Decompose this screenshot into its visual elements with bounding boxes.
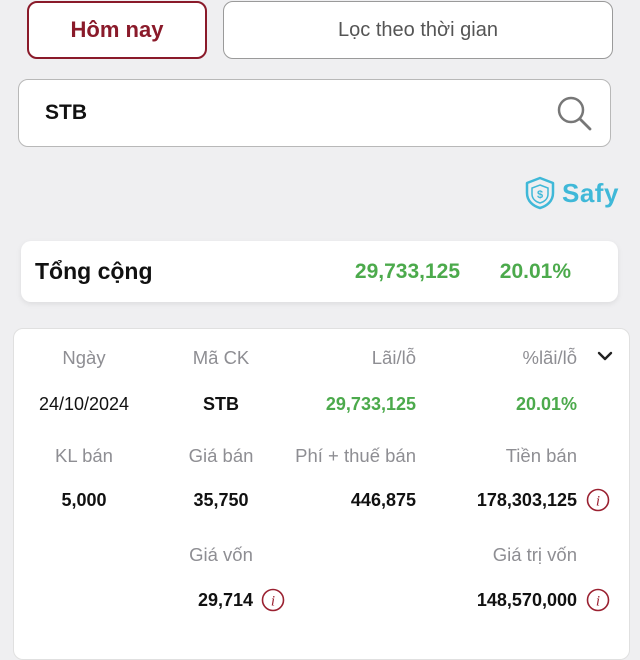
header-sell-price: Giá bán [188, 445, 254, 466]
header-sell-volume: KL bán [55, 445, 113, 466]
total-profit-pct: 20.01% [499, 260, 571, 283]
value-profit: 29,733,125 [325, 394, 416, 414]
cost-price-info-icon[interactable]: i [261, 588, 285, 612]
total-label: Tổng cộng [35, 258, 153, 284]
svg-text:i: i [596, 594, 600, 610]
value-profit-pct: 20.01% [515, 394, 577, 414]
total-summary-card: Tổng cộng 29,733,125 20.01% [21, 241, 618, 302]
safy-logo: $ Safy [524, 176, 619, 210]
search-bar [18, 79, 611, 147]
header-cost-price: Giá vốn [189, 544, 253, 565]
value-fee-tax: 446,875 [350, 490, 416, 510]
trade-record-card: Ngày Mã CK Lãi/lỗ %lãi/lỗ 24/10/2024 STB… [13, 328, 630, 660]
safy-brand-name: Safy [562, 177, 619, 208]
cost-value-info-icon[interactable]: i [586, 588, 610, 612]
value-cost-value: 148,570,000 [476, 590, 577, 610]
header-sell-amount: Tiền bán [505, 445, 577, 466]
search-icon[interactable] [555, 94, 593, 132]
svg-text:i: i [271, 594, 275, 610]
tab-today[interactable]: Hôm nay [27, 1, 207, 59]
tab-filter-by-time[interactable]: Lọc theo thời gian [223, 1, 613, 59]
svg-text:i: i [596, 494, 600, 510]
search-input[interactable] [45, 80, 545, 145]
total-profit: 29,733,125 [354, 260, 460, 283]
value-cost-price: 29,714 [197, 590, 253, 610]
header-symbol: Mã CK [192, 347, 250, 368]
shield-dollar-icon: $ [525, 176, 555, 210]
header-fee-tax: Phí + thuế bán [295, 445, 416, 466]
header-profit: Lãi/lỗ [371, 347, 416, 368]
header-date: Ngày [62, 347, 106, 368]
header-profit-pct: %lãi/lỗ [522, 347, 578, 368]
chevron-down-icon[interactable] [596, 350, 614, 362]
value-symbol: STB [203, 394, 239, 414]
value-sell-amount: 178,303,125 [476, 490, 577, 510]
value-sell-price: 35,750 [193, 490, 249, 510]
header-cost-value: Giá trị vốn [492, 544, 577, 565]
svg-text:$: $ [537, 189, 543, 201]
value-sell-volume: 5,000 [61, 490, 107, 510]
sell-amount-info-icon[interactable]: i [586, 488, 610, 512]
value-date: 24/10/2024 [38, 394, 130, 414]
